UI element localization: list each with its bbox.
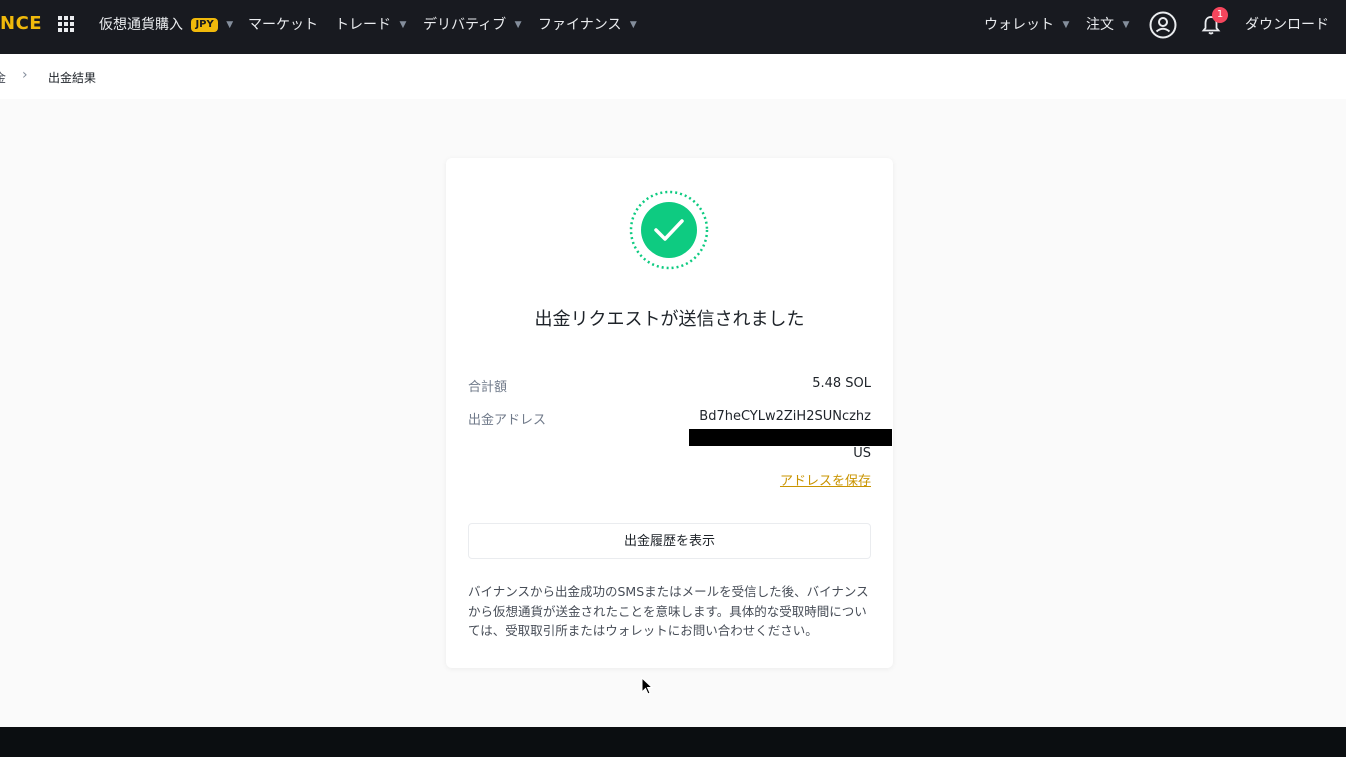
chevron-down-icon: ▼: [226, 20, 234, 30]
brand-logo[interactable]: NCE: [0, 13, 42, 34]
mouse-cursor-icon: [641, 677, 653, 695]
nav-orders-label: 注文: [1086, 17, 1114, 33]
nav-markets-label: マーケット: [248, 17, 318, 33]
nav-download[interactable]: ダウンロード: [1245, 15, 1329, 35]
withdrawal-note: バイナンスから出金成功のSMSまたはメールを受信した後、バイナンスから仮想通貨が…: [468, 584, 869, 638]
currency-badge: JPY: [191, 18, 218, 32]
chevron-down-icon: ▼: [629, 20, 637, 30]
notification-count-badge: 1: [1212, 7, 1228, 23]
breadcrumb-separator-icon: ›: [22, 67, 28, 83]
nav-finance[interactable]: ファイナンス ▼: [538, 15, 637, 35]
result-title: 出金リクエストが送信されました: [534, 309, 805, 330]
withdrawal-result-card: 出金リクエストが送信されました 合計額 5.48 SOL 出金アドレス Bd7h…: [446, 158, 893, 668]
nav-trade-label: トレード: [335, 17, 391, 33]
nav-trade[interactable]: トレード ▼: [335, 15, 406, 35]
save-address-link[interactable]: アドレスを保存: [780, 470, 871, 489]
nav-derivatives[interactable]: デリバティブ ▼: [423, 15, 522, 35]
nav-buy-crypto-label: 仮想通貨購入: [99, 17, 183, 33]
nav-finance-label: ファイナンス: [538, 17, 622, 33]
chevron-down-icon: ▼: [1062, 20, 1070, 30]
breadcrumb: 金 › 出金結果: [0, 54, 1346, 99]
nav-wallet[interactable]: ウォレット ▼: [984, 15, 1069, 35]
view-withdraw-history-button[interactable]: 出金履歴を表示: [468, 523, 871, 559]
success-check-icon: [629, 190, 709, 270]
nav-orders[interactable]: 注文 ▼: [1086, 15, 1129, 35]
apps-grid-icon[interactable]: [58, 16, 74, 32]
nav-markets[interactable]: マーケット: [248, 15, 318, 35]
withdraw-address-line3: US: [853, 446, 871, 461]
chevron-down-icon: ▼: [1122, 20, 1130, 30]
nav-wallet-label: ウォレット: [984, 17, 1054, 33]
chevron-down-icon: ▼: [514, 20, 522, 30]
breadcrumb-current: 出金結果: [48, 71, 97, 85]
redaction-bar: [689, 429, 892, 446]
nav-derivatives-label: デリバティブ: [423, 17, 507, 33]
top-nav: NCE 仮想通貨購入 JPY ▼ マーケット トレード ▼ デリバティブ ▼ フ…: [0, 0, 1346, 54]
bottom-bar: [0, 727, 1346, 757]
nav-buy-crypto[interactable]: 仮想通貨購入 JPY ▼: [99, 15, 233, 35]
withdraw-address-label: 出金アドレス: [468, 413, 547, 428]
user-profile-icon[interactable]: [1149, 11, 1177, 39]
breadcrumb-prev[interactable]: 金: [0, 69, 6, 86]
chevron-down-icon: ▼: [399, 20, 407, 30]
nav-download-label: ダウンロード: [1245, 17, 1329, 33]
total-amount-label: 合計額: [468, 380, 508, 395]
withdraw-address-line1: Bd7heCYLw2ZiH2SUNczhz: [699, 409, 871, 424]
total-amount-value: 5.48 SOL: [812, 376, 871, 391]
